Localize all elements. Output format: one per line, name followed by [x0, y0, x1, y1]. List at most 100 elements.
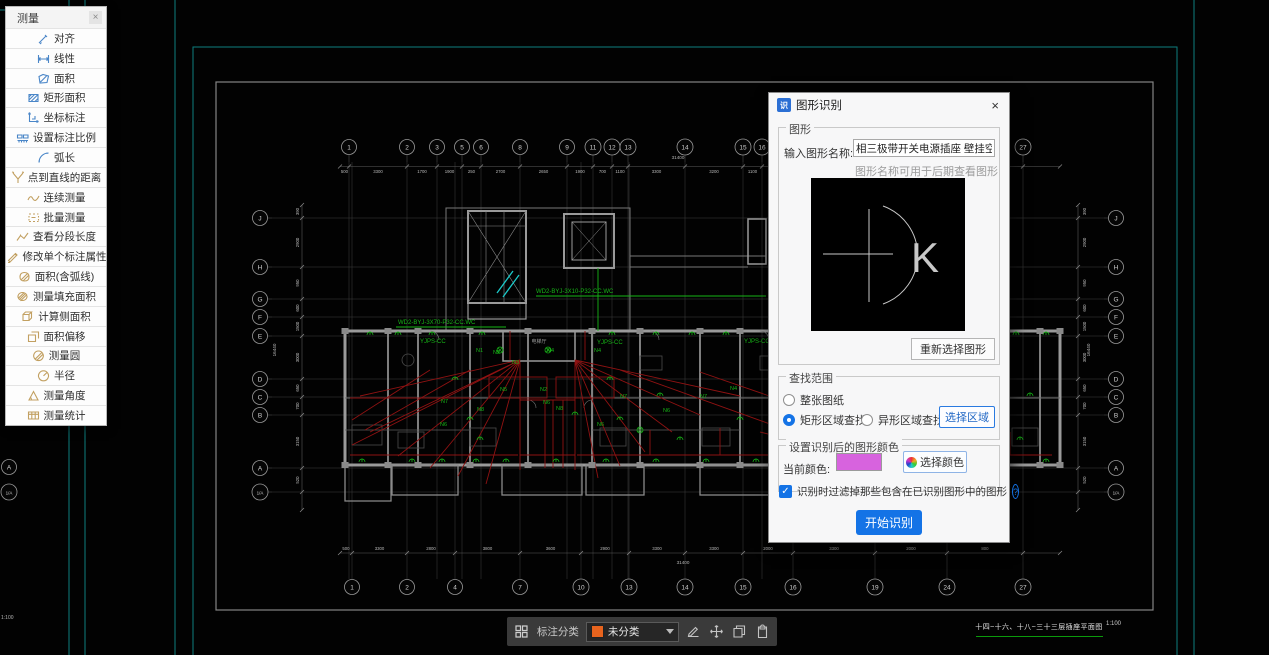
measure-tool-radius[interactable]: 半径	[6, 365, 106, 385]
svg-text:3600: 3600	[546, 546, 556, 551]
move-icon[interactable]	[709, 623, 725, 640]
paste-icon[interactable]	[754, 623, 770, 640]
measure-tool-offset[interactable]: 面积偏移	[6, 326, 106, 346]
svg-text:24: 24	[943, 584, 951, 591]
svg-text:N6: N6	[440, 422, 447, 428]
color-wheel-icon	[906, 457, 917, 468]
svg-text:N4: N4	[594, 348, 601, 354]
measure-tool-side-area[interactable]: 计算侧面积	[6, 306, 106, 326]
measure-tool-arc[interactable]: 弧长	[6, 147, 106, 167]
svg-text:16440: 16440	[272, 343, 277, 356]
svg-text:C: C	[258, 394, 263, 401]
edit-icon[interactable]	[686, 623, 702, 640]
drawing-canvas[interactable]: 5003300170019002502700265019007001100330…	[0, 0, 1269, 655]
measure-tool-scale[interactable]: 设置标注比例	[6, 127, 106, 147]
svg-text:2900: 2900	[1082, 237, 1087, 247]
svg-text:3200: 3200	[709, 169, 719, 174]
svg-text:1: 1	[350, 584, 354, 591]
measure-tool-continuous[interactable]: 连续测量	[6, 187, 106, 207]
radio-rect-area[interactable]: 矩形区域查找	[783, 412, 866, 428]
svg-text:31400: 31400	[677, 560, 690, 565]
pick-color-label: 选择颜色	[920, 454, 964, 470]
svg-text:31400: 31400	[672, 155, 685, 160]
measure-tool-area-arc[interactable]: 面积(含弧线)	[6, 266, 106, 286]
segments-icon	[16, 230, 29, 243]
filter-checkbox-row: 识别时过滤掉那些包含在已识别图形中的图形 ?	[779, 484, 1001, 499]
svg-text:A: A	[7, 464, 12, 471]
measure-panel-title: 测量	[17, 10, 39, 26]
angle-icon	[27, 389, 40, 402]
measure-tool-stats[interactable]: 测量统计	[6, 405, 106, 425]
svg-text:G: G	[1113, 296, 1118, 303]
svg-text:A: A	[1114, 465, 1119, 472]
rect-area-icon	[27, 91, 40, 104]
svg-text:H: H	[258, 264, 263, 271]
continuous-icon	[27, 191, 40, 204]
sheet-scale: 1:100	[1106, 621, 1121, 627]
svg-text:2: 2	[405, 144, 409, 151]
app-screen: 5003300170019002502700265019007001100330…	[0, 0, 1269, 655]
measure-tool-angle[interactable]: 测量角度	[6, 385, 106, 405]
reselect-shape-button[interactable]: 重新选择图形	[911, 338, 995, 360]
measure-tool-batch[interactable]: 批量测量	[6, 207, 106, 227]
dialog-titlebar[interactable]: 识 图形识别 ×	[769, 93, 1009, 117]
measure-tool-label: 半径	[54, 368, 75, 383]
svg-text:N2: N2	[540, 387, 547, 393]
svg-text:6: 6	[479, 144, 483, 151]
svg-text:2700: 2700	[496, 169, 506, 174]
svg-text:N6: N6	[663, 408, 670, 414]
measure-tool-label: 坐标标注	[44, 110, 86, 125]
measure-tool-label: 修改单个标注属性	[23, 249, 107, 264]
svg-text:27: 27	[1019, 144, 1027, 151]
category-dropdown[interactable]: 未分类	[586, 622, 679, 642]
svg-text:7: 7	[518, 584, 522, 591]
svg-text:520: 520	[1082, 476, 1087, 484]
svg-text:15: 15	[739, 144, 747, 151]
measure-tool-modify[interactable]: 修改单个标注属性	[6, 246, 106, 266]
radio-irregular-area-circle[interactable]	[861, 414, 873, 426]
measure-tool-align[interactable]: 对齐	[6, 28, 106, 48]
dialog-close-icon[interactable]: ×	[989, 98, 1001, 113]
radio-rect-area-circle[interactable]	[783, 414, 795, 426]
measure-tool-segments[interactable]: 查看分段长度	[6, 226, 106, 246]
svg-text:YJPS-CC: YJPS-CC	[744, 339, 770, 345]
svg-text:13: 13	[624, 144, 632, 151]
measure-tool-label: 矩形面积	[44, 90, 86, 105]
svg-text:1100: 1100	[615, 169, 625, 174]
svg-text:700: 700	[1082, 402, 1087, 410]
measure-tool-label: 批量测量	[44, 210, 86, 225]
current-color-label: 当前颜色:	[783, 461, 830, 477]
filter-checkbox[interactable]	[779, 485, 792, 498]
radio-irregular-area[interactable]: 异形区域查找	[861, 412, 944, 428]
svg-text:950: 950	[1082, 279, 1087, 287]
measure-tool-linear[interactable]: 线性	[6, 48, 106, 68]
pick-color-button[interactable]: 选择颜色	[903, 451, 967, 473]
svg-text:3300: 3300	[652, 169, 662, 174]
measure-tool-fill-area[interactable]: 测量填充面积	[6, 286, 106, 306]
radio-whole-sheet-circle[interactable]	[783, 394, 795, 406]
measure-tool-point-line[interactable]: 点到直线的距离	[6, 167, 106, 187]
measure-tool-list: 对齐线性面积矩形面积坐标标注设置标注比例弧长点到直线的距离连续测量批量测量查看分…	[6, 28, 106, 425]
svg-text:650: 650	[295, 384, 300, 392]
coord-icon	[27, 111, 40, 124]
svg-text:1500: 1500	[1082, 321, 1087, 331]
svg-text:9: 9	[565, 144, 569, 151]
select-area-button[interactable]: 选择区域	[939, 406, 995, 428]
arc-icon	[37, 151, 50, 164]
start-recognition-button[interactable]: 开始识别	[856, 510, 922, 535]
measure-tool-circle[interactable]: 测量圆	[6, 346, 106, 366]
radio-whole-sheet[interactable]: 整张图纸	[783, 392, 844, 408]
svg-text:YJPS-CC: YJPS-CC	[597, 340, 623, 346]
svg-text:N3: N3	[512, 360, 519, 366]
shape-name-input[interactable]	[853, 139, 995, 157]
measure-tool-label: 连续测量	[44, 190, 86, 205]
measure-tool-rect-area[interactable]: 矩形面积	[6, 88, 106, 108]
measure-tool-area[interactable]: 面积	[6, 68, 106, 88]
svg-text:2900: 2900	[600, 546, 610, 551]
svg-text:3300: 3300	[375, 546, 385, 551]
measure-tool-coord[interactable]: 坐标标注	[6, 107, 106, 127]
copy-icon[interactable]	[731, 623, 747, 640]
category-grid-icon[interactable]	[514, 623, 530, 640]
help-icon[interactable]: ?	[1012, 484, 1019, 499]
measure-panel-close-icon[interactable]: ×	[89, 11, 102, 24]
